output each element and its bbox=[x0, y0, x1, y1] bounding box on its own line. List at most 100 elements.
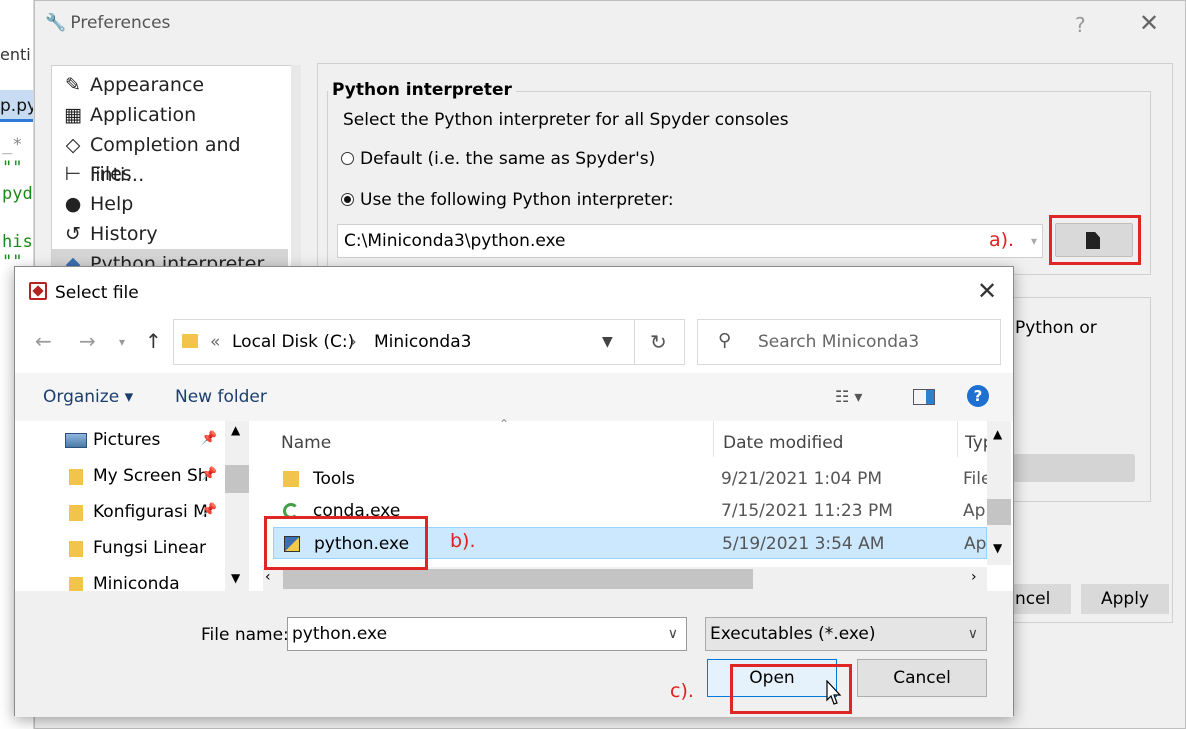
file-name-input[interactable]: python.exe ∨ bbox=[287, 617, 687, 651]
secondary-disabled-field bbox=[1013, 454, 1135, 482]
code-line: his bbox=[2, 232, 33, 252]
annotation-highlight-b bbox=[264, 516, 428, 570]
group-title: Python interpreter bbox=[328, 80, 516, 100]
interpreter-path-field[interactable]: C:\Miniconda3\python.exe bbox=[337, 224, 1043, 258]
chevron-down-icon[interactable]: ∨ bbox=[668, 618, 678, 650]
sidebar-item-history[interactable]: ↺ History bbox=[52, 219, 288, 249]
scroll-thumb[interactable] bbox=[987, 499, 1011, 525]
up-arrow-icon[interactable]: ↑ bbox=[145, 329, 162, 353]
sidebar-item-appearance[interactable]: ✎ Appearance bbox=[52, 70, 288, 100]
chevron-up-icon[interactable]: ▲ bbox=[231, 423, 240, 437]
file-type-select[interactable]: Executables (*.exe) ∨ bbox=[705, 617, 987, 651]
sidebar-item-help[interactable]: ● Help bbox=[52, 189, 288, 219]
chevron-down-icon[interactable]: ▼ bbox=[231, 571, 240, 585]
breadcrumb-separator-icon: › bbox=[350, 332, 357, 352]
divider bbox=[634, 320, 635, 364]
mouse-cursor-icon bbox=[826, 680, 842, 705]
navigation-pane: Pictures My Screen Sh Konfigurasi M Fung… bbox=[15, 421, 249, 594]
column-divider[interactable] bbox=[713, 421, 714, 457]
chevron-right-icon[interactable]: › bbox=[971, 569, 977, 585]
chevron-down-icon[interactable]: ▼ bbox=[993, 541, 1002, 555]
editor-tab-partial[interactable]: enti bbox=[0, 45, 33, 67]
help-icon: ● bbox=[64, 193, 82, 215]
folder-icon bbox=[283, 471, 299, 487]
select-file-dialog: Select file ✕ ← → ▾ ↑ « Local Disk (C:) … bbox=[14, 266, 1014, 717]
layout-icon: ▦ bbox=[64, 104, 82, 126]
folder-icon bbox=[69, 505, 83, 521]
recent-dropdown-icon[interactable]: ▾ bbox=[119, 335, 125, 349]
preview-pane-icon[interactable] bbox=[913, 389, 935, 405]
help-icon[interactable]: ? bbox=[967, 385, 989, 407]
code-line: _* bbox=[2, 135, 23, 155]
sidebar-item-files[interactable]: ⊢ Files bbox=[52, 159, 288, 189]
chevron-down-icon[interactable]: ∨ bbox=[968, 618, 978, 650]
dialog-title: Select file bbox=[55, 283, 139, 303]
breadcrumb-root[interactable]: Local Disk (C:) bbox=[232, 332, 354, 352]
file-name-label: File name: bbox=[201, 625, 289, 645]
forward-arrow-icon[interactable]: → bbox=[79, 329, 96, 353]
group-description: Select the Python interpreter for all Sp… bbox=[343, 110, 789, 130]
close-button[interactable]: ✕ bbox=[1139, 9, 1159, 37]
preferences-cancel-button[interactable]: ncel bbox=[1013, 584, 1071, 614]
refresh-icon[interactable]: ↻ bbox=[650, 330, 667, 354]
scroll-thumb[interactable] bbox=[283, 569, 753, 589]
editor-active-tab[interactable]: p.py bbox=[0, 90, 33, 122]
chevron-up-icon[interactable]: ▲ bbox=[993, 427, 1002, 441]
brush-icon: ✎ bbox=[65, 74, 81, 96]
column-divider[interactable] bbox=[957, 421, 958, 457]
chevron-down-icon[interactable]: ▾ bbox=[1025, 224, 1043, 258]
annotation-label-c: c). bbox=[670, 680, 694, 702]
new-folder-button[interactable]: New folder bbox=[175, 387, 267, 407]
nav-scrollbar[interactable]: ▲ ▼ bbox=[225, 421, 249, 591]
back-arrow-icon[interactable]: ← bbox=[35, 329, 52, 353]
annotation-highlight-a bbox=[1049, 215, 1141, 265]
dialog-toolbar: Organize ▾ New folder ☷ ▾ ? bbox=[15, 373, 1013, 421]
pin-icon[interactable]: 📌 bbox=[201, 467, 217, 482]
preferences-title-bar: 🔧 Preferences bbox=[45, 13, 170, 33]
nav-item-pictures[interactable]: Pictures bbox=[65, 425, 160, 455]
view-options-icon[interactable]: ☷ ▾ bbox=[835, 387, 862, 406]
radio-dot-checked bbox=[341, 193, 354, 206]
help-button[interactable]: ? bbox=[1075, 13, 1086, 37]
nav-item-my-screen[interactable]: My Screen Sh bbox=[69, 461, 209, 491]
folder-icon bbox=[69, 541, 83, 557]
secondary-group-text: Python or bbox=[1015, 318, 1097, 338]
pin-icon[interactable]: 📌 bbox=[201, 503, 217, 518]
nav-item-konfigurasi[interactable]: Konfigurasi M bbox=[69, 497, 208, 527]
search-box[interactable]: ⚲ Search Miniconda3 bbox=[697, 319, 1001, 365]
address-bar[interactable]: « Local Disk (C:) › Miniconda3 ▼ ↻ bbox=[173, 319, 685, 365]
radio-default[interactable]: Default (i.e. the same as Spyder's) bbox=[341, 149, 655, 169]
code-line: pyd bbox=[2, 184, 33, 204]
wrench-icon: 🔧 bbox=[45, 13, 67, 33]
overflow-chevron-icon[interactable]: « bbox=[210, 332, 220, 352]
pin-icon[interactable]: 📌 bbox=[201, 431, 217, 446]
history-icon: ↺ bbox=[65, 223, 81, 245]
column-header-name[interactable]: Name bbox=[281, 433, 331, 453]
radio-custom[interactable]: Use the following Python interpreter: bbox=[341, 190, 674, 210]
annotation-label-b: b). bbox=[450, 530, 476, 552]
sidebar-item-completion[interactable]: ◇ Completion and linti… bbox=[52, 130, 288, 186]
file-list-hscroll[interactable]: ‹ › bbox=[263, 567, 987, 591]
dialog-close-button[interactable]: ✕ bbox=[977, 277, 997, 305]
search-placeholder: Search Miniconda3 bbox=[758, 332, 920, 352]
folder-icon bbox=[69, 469, 83, 485]
apply-button[interactable]: Apply bbox=[1081, 584, 1169, 614]
folder-icon bbox=[182, 334, 198, 348]
file-row-tools[interactable]: Tools 9/21/2021 1:04 PM File bbox=[273, 463, 991, 495]
breadcrumb-folder[interactable]: Miniconda3 bbox=[374, 332, 471, 352]
search-icon: ⚲ bbox=[718, 330, 732, 351]
preferences-title: Preferences bbox=[70, 13, 171, 33]
cancel-button[interactable]: Cancel bbox=[857, 659, 987, 697]
tree-icon: ⊢ bbox=[64, 163, 82, 185]
organize-button[interactable]: Organize ▾ bbox=[43, 387, 133, 407]
nav-item-fungsi-linear[interactable]: Fungsi Linear bbox=[69, 533, 206, 563]
column-header-date[interactable]: Date modified bbox=[723, 433, 843, 453]
file-list-vscroll[interactable]: ▲ ▼ bbox=[987, 421, 1011, 565]
spyder-logo-icon bbox=[29, 282, 47, 300]
sort-indicator-icon: ⌃ bbox=[499, 417, 510, 431]
radio-dot bbox=[341, 152, 354, 165]
sidebar-item-application[interactable]: ▦ Application bbox=[52, 100, 288, 130]
chevron-left-icon[interactable]: ‹ bbox=[265, 569, 271, 585]
chevron-down-icon[interactable]: ▼ bbox=[602, 334, 613, 350]
scroll-thumb[interactable] bbox=[225, 465, 249, 493]
